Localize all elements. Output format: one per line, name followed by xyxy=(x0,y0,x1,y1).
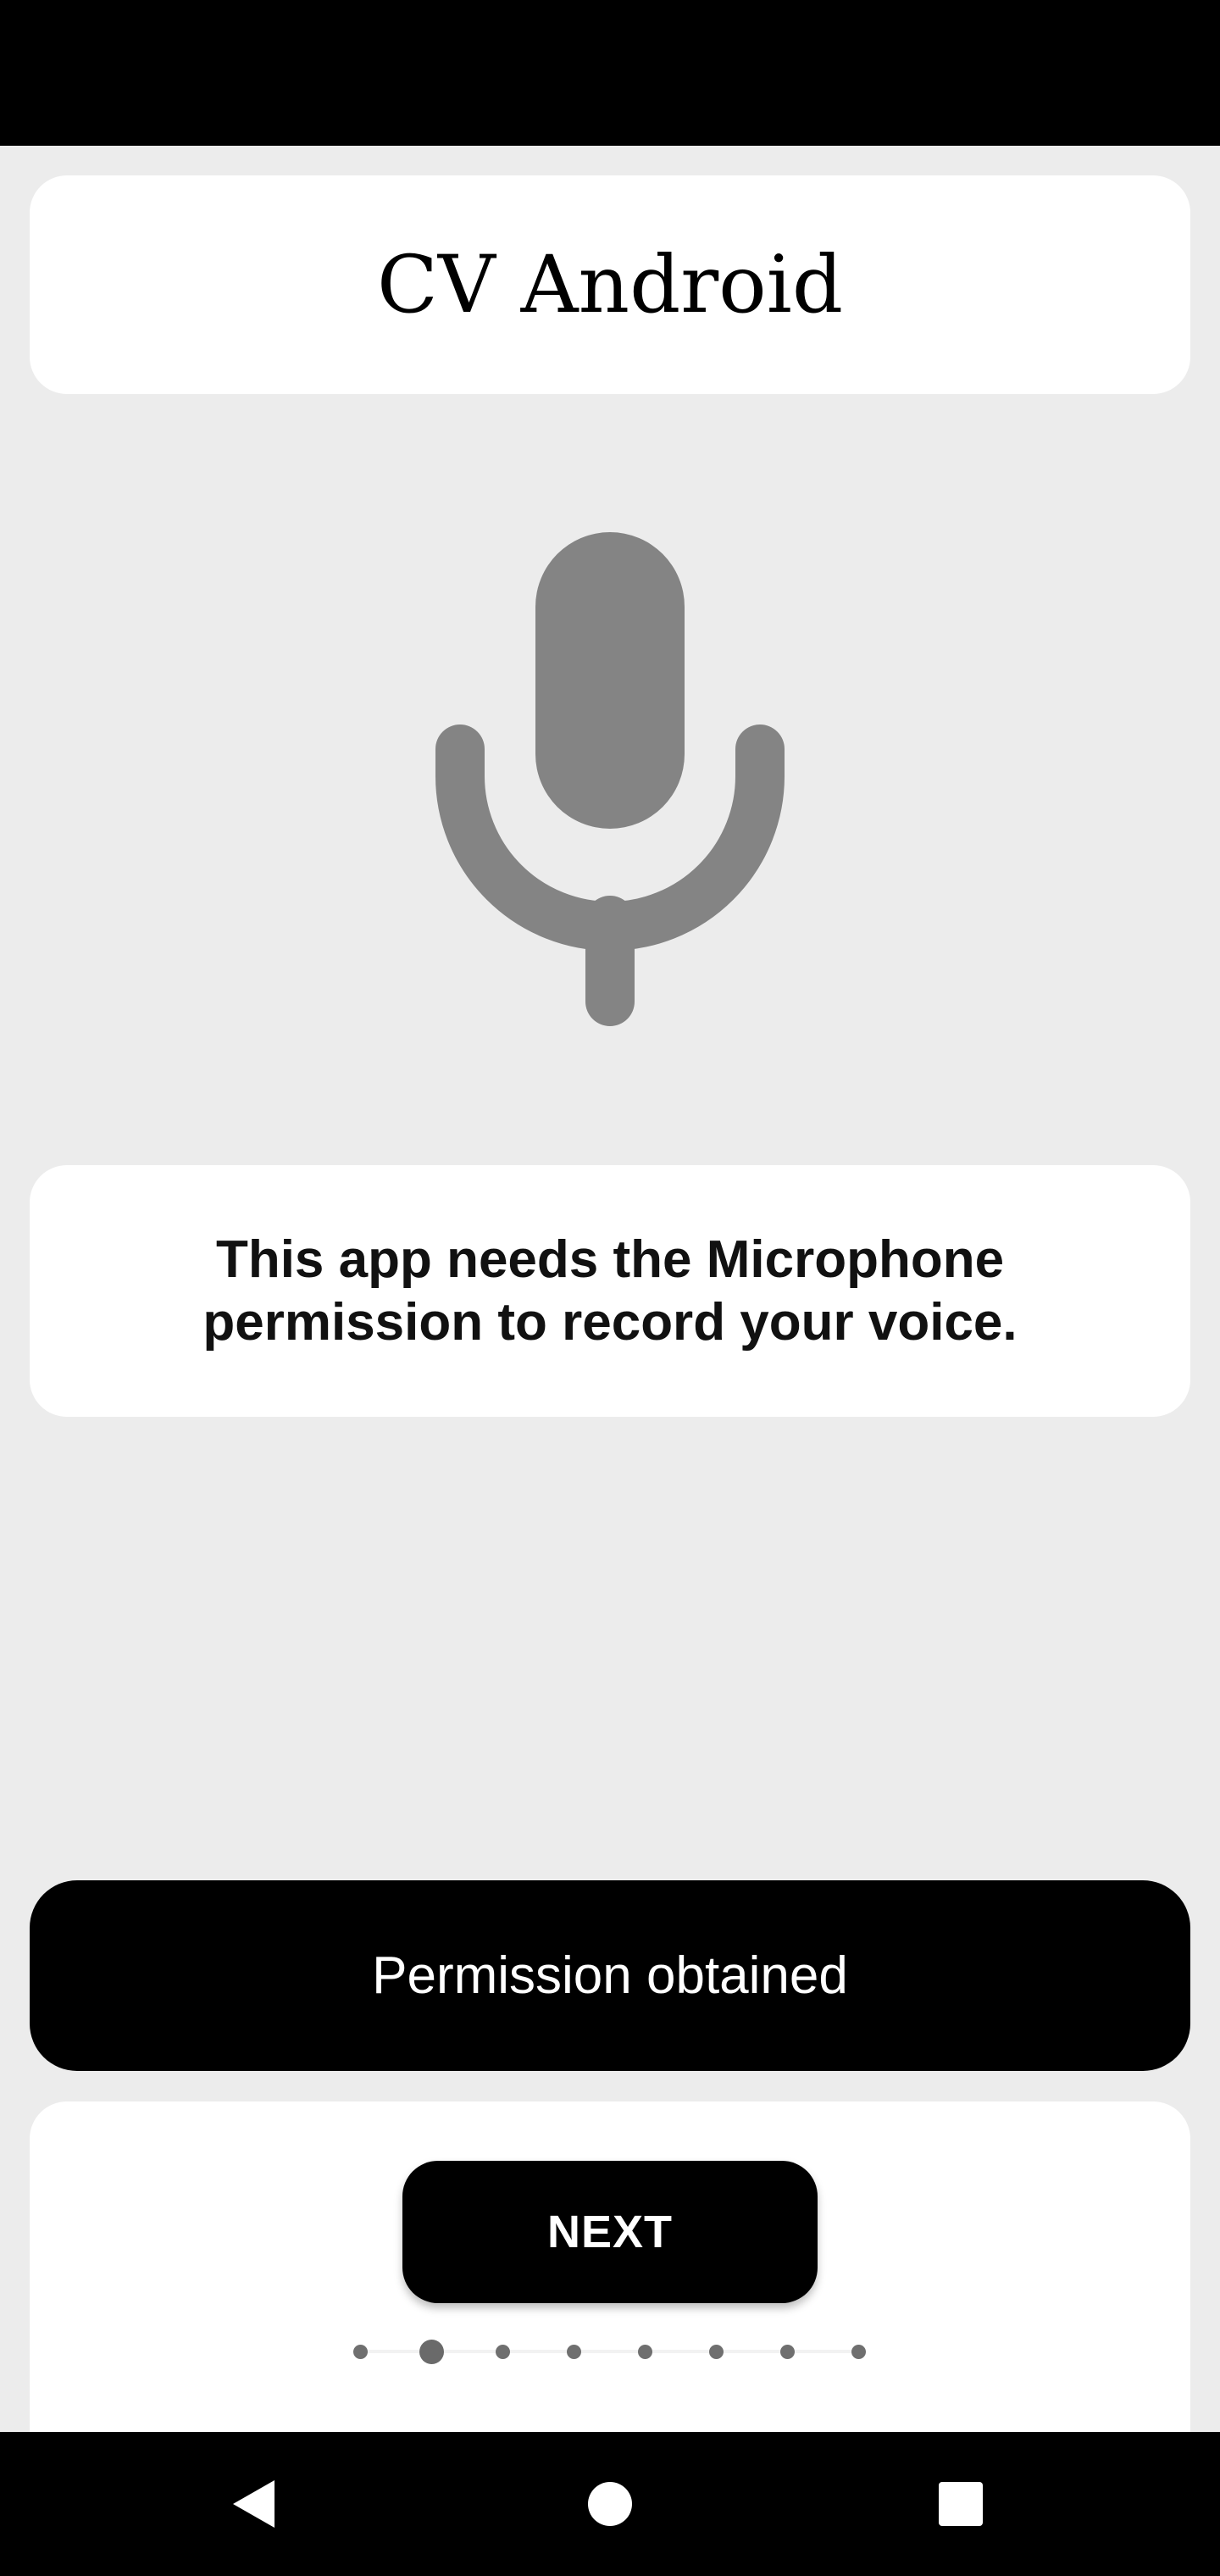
next-button-label: NEXT xyxy=(546,2207,674,2257)
microphone-icon xyxy=(435,530,785,1027)
page-dot-1[interactable] xyxy=(353,2345,368,2359)
title-card: CV Android xyxy=(30,175,1190,394)
permission-message: This app needs the Microphone permission… xyxy=(202,1230,1018,1352)
recents-square-icon xyxy=(939,2482,983,2526)
page-dot-8[interactable] xyxy=(851,2345,866,2359)
page-dot-7[interactable] xyxy=(780,2345,795,2359)
page-dot-3[interactable] xyxy=(496,2345,510,2359)
page-dot-2-active[interactable] xyxy=(419,2340,444,2364)
onboarding-footer: NEXT xyxy=(30,2101,1190,2440)
permission-button-label: Permission obtained xyxy=(372,1946,848,2005)
permission-info-card: This app needs the Microphone permission… xyxy=(30,1165,1190,1417)
page-dot-4[interactable] xyxy=(567,2345,581,2359)
status-bar xyxy=(0,0,1220,146)
page-dot-5[interactable] xyxy=(638,2345,652,2359)
next-button[interactable]: NEXT xyxy=(402,2161,818,2303)
page-dot-6[interactable] xyxy=(709,2345,724,2359)
home-circle-icon xyxy=(588,2482,632,2526)
home-button[interactable] xyxy=(542,2432,678,2576)
back-triangle-icon xyxy=(233,2480,274,2528)
back-button[interactable] xyxy=(186,2432,322,2576)
page-indicator xyxy=(30,2339,1190,2364)
navigation-bar xyxy=(0,2432,1220,2576)
recents-button[interactable] xyxy=(893,2432,1029,2576)
app-title: CV Android xyxy=(376,238,844,331)
permission-obtained-button[interactable]: Permission obtained xyxy=(30,1880,1190,2071)
